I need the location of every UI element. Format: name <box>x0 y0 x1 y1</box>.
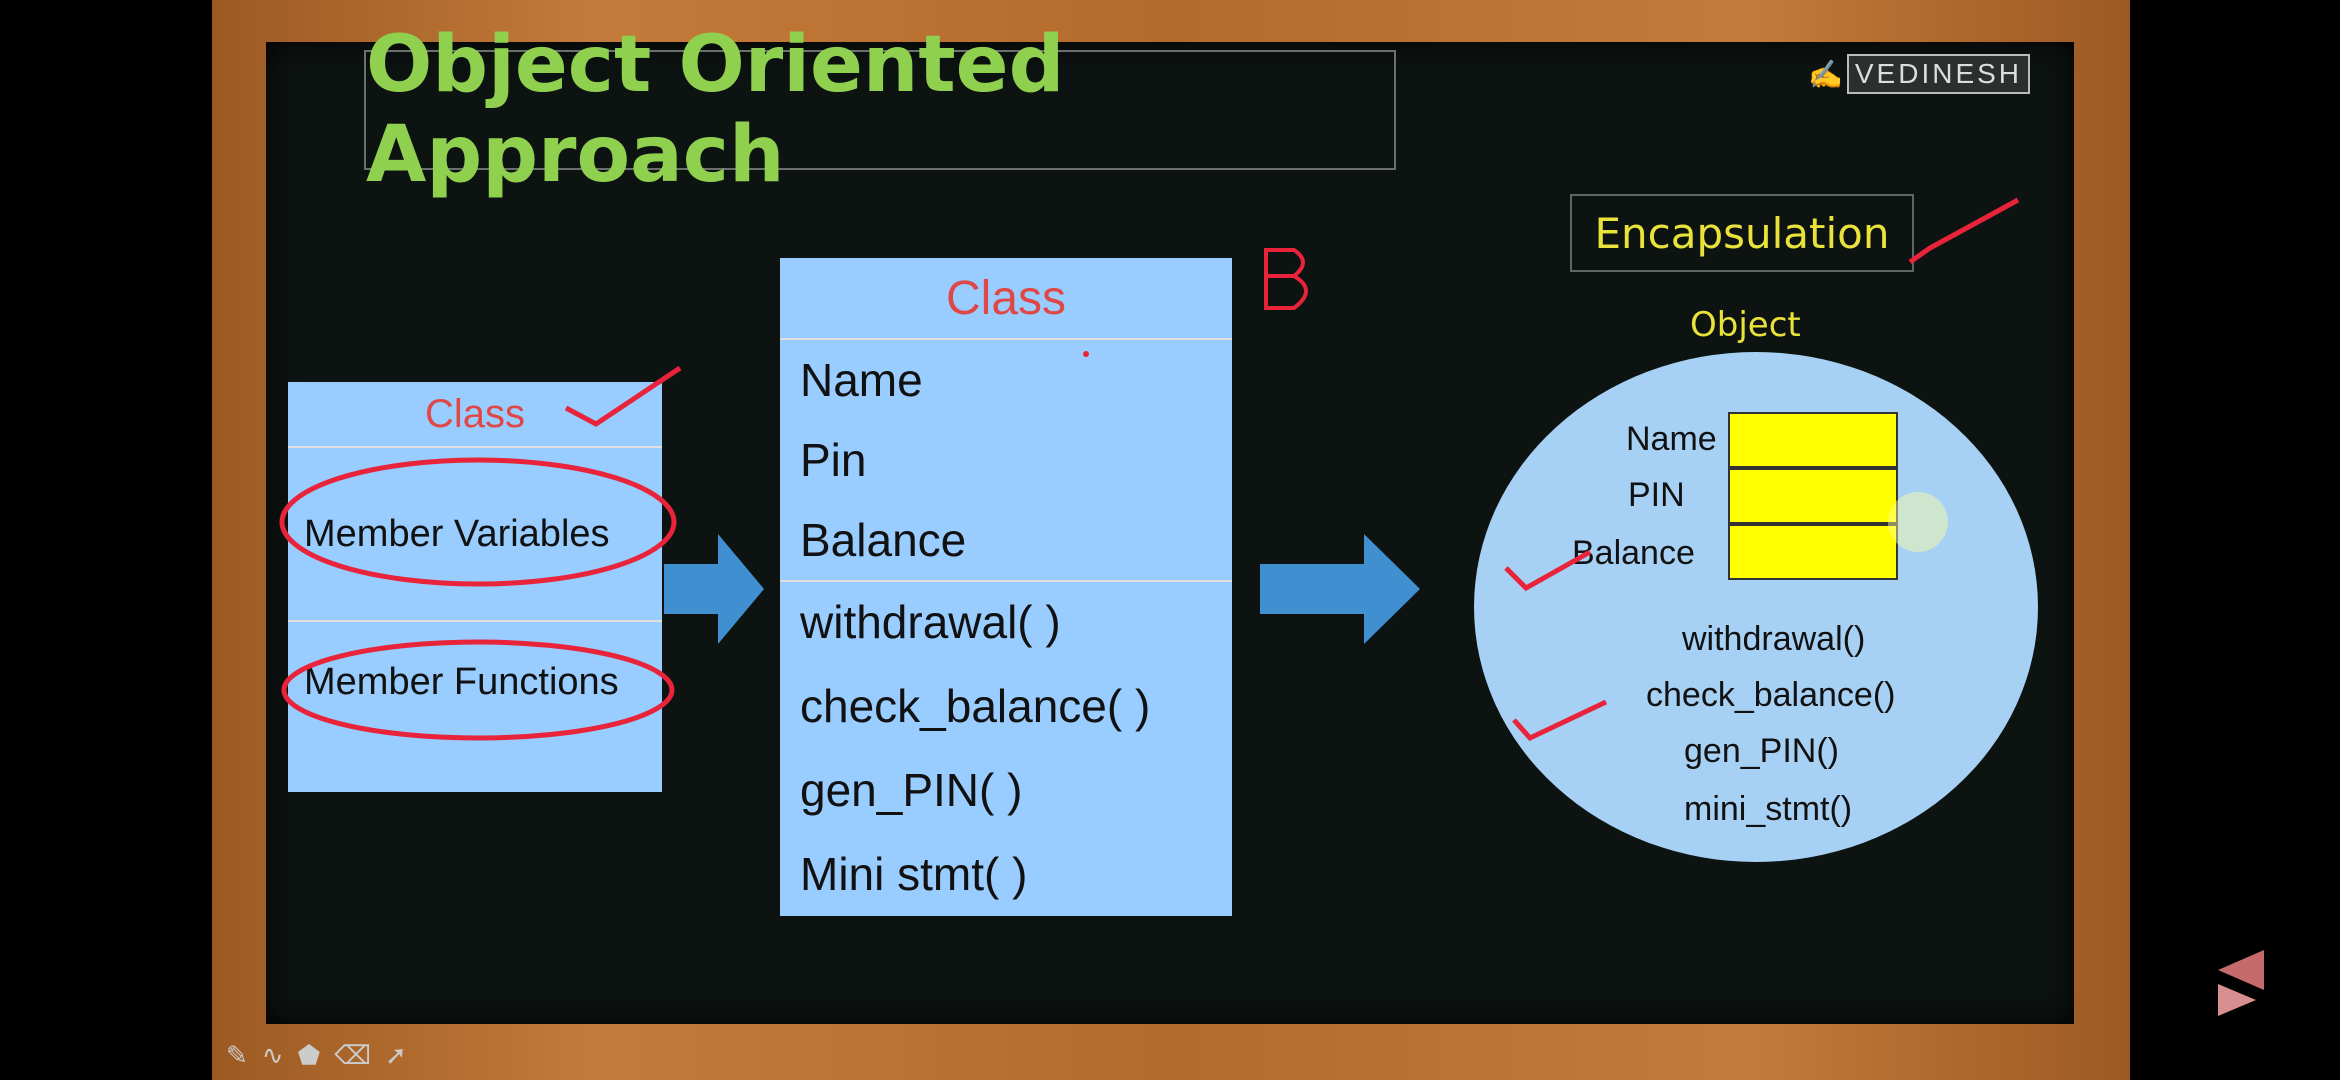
letter-b-annotation <box>1264 248 1308 310</box>
pointer-icon[interactable]: ➚ <box>385 1040 407 1071</box>
circle-member-variables <box>279 457 677 587</box>
stamp-icon[interactable]: ⬟ <box>298 1040 321 1071</box>
checkmark-class <box>564 365 682 427</box>
drawing-toolbar: ✎ ∿ ⬟ ⌫ ➚ <box>226 1040 407 1071</box>
wave-icon[interactable]: ∿ <box>262 1040 284 1071</box>
circle-member-functions <box>281 639 675 741</box>
checkmark-methods <box>1512 699 1608 742</box>
pen-icon[interactable]: ✎ <box>226 1040 248 1071</box>
checkmark-balance <box>1504 549 1592 592</box>
brand-logo-icon <box>2218 950 2264 1016</box>
ink-dot <box>1083 351 1089 357</box>
eraser-icon[interactable]: ⌫ <box>334 1040 371 1071</box>
checkmark-encapsulation <box>1908 197 2020 265</box>
ink-annotations <box>279 197 2020 742</box>
